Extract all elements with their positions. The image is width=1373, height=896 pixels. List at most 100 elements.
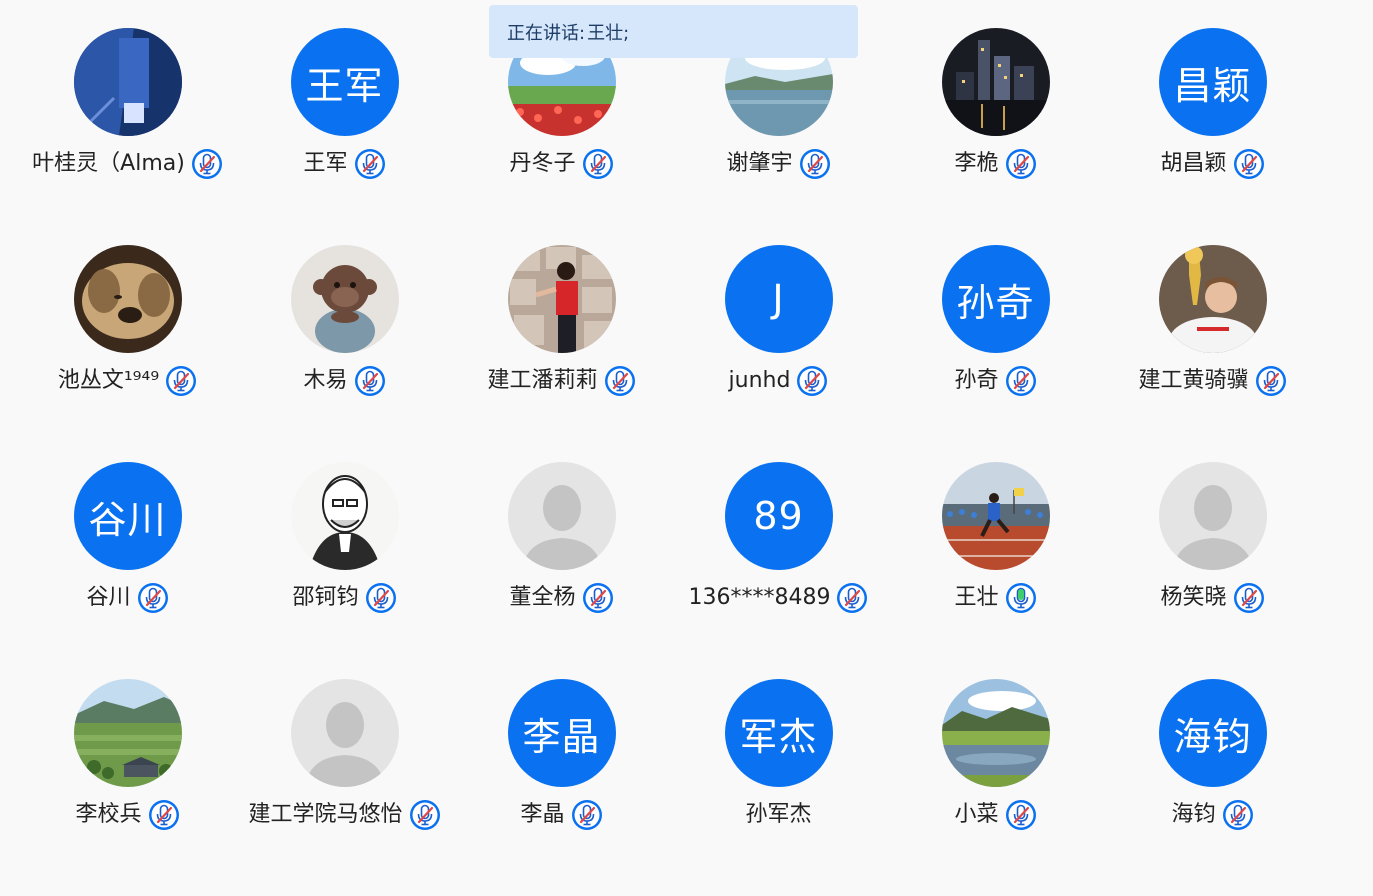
participant-name: 丹冬子 [509, 151, 576, 176]
avatar-initials[interactable]: J [724, 245, 833, 353]
green-village-photo[interactable] [73, 679, 182, 787]
default-person-avatar[interactable] [290, 679, 399, 787]
microphone-muted-icon[interactable] [1005, 365, 1037, 397]
blue-building-photo[interactable] [73, 28, 182, 136]
participant-grid: 叶桂灵（Alma) 王军 王军 丹冬子 谢肇宇 李桅 昌颖 胡昌颖 池丛文¹⁹⁴⁹ 木易 建工潘莉莉… [19, 28, 1321, 896]
participant-tile[interactable]: 建工黄骑骥 [1104, 245, 1321, 462]
microphone-muted-icon[interactable] [1255, 365, 1287, 397]
avatar-initials[interactable]: 海钧 [1158, 679, 1267, 787]
football-trophy-photo[interactable] [1158, 245, 1267, 353]
participant-name: 136****8489 [688, 585, 831, 610]
avatar-initials[interactable]: 谷川 [73, 462, 182, 570]
participant-tile[interactable]: 池丛文¹⁹⁴⁹ [19, 245, 236, 462]
participant-name: 孙奇 [954, 368, 999, 393]
participant-name: 木易 [303, 368, 348, 393]
avatar-initials[interactable]: 李晶 [507, 679, 616, 787]
participant-name: 孙军杰 [745, 802, 812, 827]
speaking-indicator-toast: 正在讲话: 王壮; [489, 5, 858, 58]
participant-tile[interactable]: 王壮 [887, 462, 1104, 679]
participant-tile[interactable]: 昌颖 胡昌颖 [1104, 28, 1321, 245]
participant-tile[interactable]: 木易 [236, 245, 453, 462]
microphone-muted-icon[interactable] [582, 582, 614, 614]
participant-tile[interactable]: 孙奇 孙奇 [887, 245, 1104, 462]
participant-name: 王壮 [954, 585, 999, 610]
default-person-avatar[interactable] [507, 462, 616, 570]
participant-tile[interactable]: 建工学院马悠怡 [236, 679, 453, 896]
microphone-muted-icon[interactable] [799, 148, 831, 180]
participant-tile[interactable]: 王军 王军 [236, 28, 453, 245]
microphone-muted-icon[interactable] [354, 148, 386, 180]
participant-name: 海钧 [1171, 802, 1216, 827]
participant-name-row: 建工黄骑骥 [1138, 365, 1286, 397]
microphone-muted-icon[interactable] [365, 582, 397, 614]
participant-tile[interactable]: 谷川 谷川 [19, 462, 236, 679]
microphone-muted-icon[interactable] [1222, 799, 1254, 831]
participant-name: junhd [728, 368, 791, 393]
participant-name-row: 董全杨 [509, 582, 613, 614]
participant-tile[interactable]: 杨笑晓 [1104, 462, 1321, 679]
participant-tile[interactable]: 建工潘莉莉 [453, 245, 670, 462]
participant-tile[interactable]: 李晶 李晶 [453, 679, 670, 896]
runner-track-photo[interactable] [941, 462, 1050, 570]
default-person-avatar[interactable] [1158, 462, 1267, 570]
microphone-muted-icon[interactable] [354, 365, 386, 397]
park-pond-photo[interactable] [941, 679, 1050, 787]
participant-tile[interactable]: 邵钶钧 [236, 462, 453, 679]
microphone-active-icon[interactable] [1005, 582, 1037, 614]
participant-tile[interactable]: 军杰 孙军杰 [670, 679, 887, 896]
microphone-muted-icon[interactable] [1233, 582, 1265, 614]
microphone-muted-icon[interactable] [604, 365, 636, 397]
participant-name-row: 136****8489 [689, 582, 869, 614]
avatar-initials[interactable]: 孙奇 [941, 245, 1050, 353]
microphone-muted-icon[interactable] [796, 365, 828, 397]
monkey-figurine-photo[interactable] [290, 245, 399, 353]
participant-name-row: 李晶 [520, 799, 602, 831]
participant-name-row: 杨笑晓 [1160, 582, 1264, 614]
microphone-muted-icon[interactable] [582, 148, 614, 180]
participant-tile[interactable]: 李桅 [887, 28, 1104, 245]
participant-name: 小菜 [954, 802, 999, 827]
microphone-muted-icon[interactable] [571, 799, 603, 831]
participant-tile[interactable]: 89 136****8489 [670, 462, 887, 679]
participant-name: 建工潘莉莉 [487, 368, 598, 393]
participant-name-row: 王壮 [954, 582, 1036, 614]
participant-tile[interactable]: 董全杨 [453, 462, 670, 679]
participant-name-row: 邵钶钧 [292, 582, 396, 614]
participant-name-row: 李桅 [954, 148, 1036, 180]
participant-name: 王军 [303, 151, 348, 176]
microphone-muted-icon[interactable] [148, 799, 180, 831]
puppy-photo[interactable] [73, 245, 182, 353]
participant-tile[interactable]: 丹冬子 [453, 28, 670, 245]
participant-name: 谢肇宇 [726, 151, 793, 176]
participant-name: 董全杨 [509, 585, 576, 610]
participant-tile[interactable]: Jjunhd [670, 245, 887, 462]
microphone-muted-icon[interactable] [836, 582, 868, 614]
speaking-name: 王壮; [587, 22, 630, 44]
city-night-photo[interactable] [941, 28, 1050, 136]
microphone-muted-icon[interactable] [409, 799, 441, 831]
participant-tile[interactable]: 海钧 海钧 [1104, 679, 1321, 896]
old-man-sketch[interactable] [290, 462, 399, 570]
participant-tile[interactable]: 李校兵 [19, 679, 236, 896]
participant-name: 叶桂灵（Alma) [32, 151, 185, 176]
microphone-muted-icon[interactable] [137, 582, 169, 614]
participant-name: 李晶 [520, 802, 565, 827]
participant-name-row: junhd [729, 365, 829, 397]
participant-tile[interactable]: 谢肇宇 [670, 28, 887, 245]
avatar-initials[interactable]: 昌颖 [1158, 28, 1267, 136]
microphone-muted-icon[interactable] [1233, 148, 1265, 180]
microphone-muted-icon[interactable] [165, 365, 197, 397]
participant-name: 池丛文¹⁹⁴⁹ [57, 368, 160, 393]
participant-tile[interactable]: 小菜 [887, 679, 1104, 896]
microphone-muted-icon[interactable] [1005, 148, 1037, 180]
participant-name-row: 小菜 [954, 799, 1036, 831]
participant-name-row: 李校兵 [75, 799, 179, 831]
avatar-initials[interactable]: 89 [724, 462, 833, 570]
avatar-initials[interactable]: 军杰 [724, 679, 833, 787]
microphone-muted-icon[interactable] [1005, 799, 1037, 831]
microphone-muted-icon[interactable] [191, 148, 223, 180]
avatar-initials[interactable]: 王军 [290, 28, 399, 136]
participant-tile[interactable]: 叶桂灵（Alma) [19, 28, 236, 245]
woman-stone-wall-photo[interactable] [507, 245, 616, 353]
participant-name: 李校兵 [75, 802, 142, 827]
